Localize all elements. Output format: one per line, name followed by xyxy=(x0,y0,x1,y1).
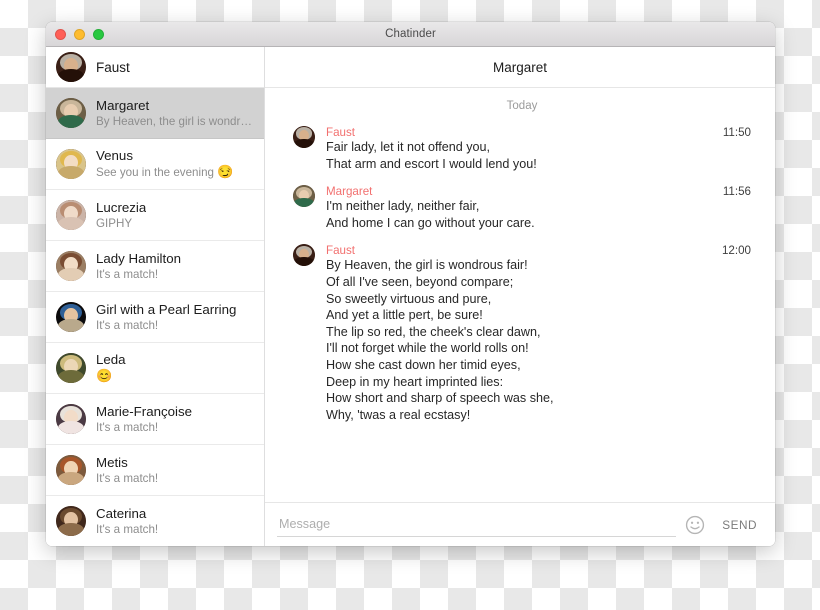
message: Faust 11:50 Fair lady, let it not offend y… xyxy=(293,126,751,172)
window-title: Chatinder xyxy=(385,28,436,40)
send-button[interactable]: SEND xyxy=(720,514,759,536)
message-line: Why, 'twas a real ecstasy! xyxy=(326,407,471,422)
message-container: Faust 11:50 Fair lady, let it not offend y… xyxy=(293,126,751,423)
avatar xyxy=(56,506,86,536)
chat-header: Margaret xyxy=(265,47,775,88)
avatar xyxy=(293,244,315,267)
conversation-name: Lucrezia xyxy=(96,199,147,215)
message-time: 12:00 xyxy=(721,244,751,258)
message-line: Deep in my heart imprinted lies: xyxy=(326,374,504,389)
conversation-preview: By Heaven, the girl is wondro… xyxy=(96,114,254,128)
message-line: How she cast down her timid eyes, xyxy=(326,357,521,372)
message-line: The lip so red, the cheek's clear dawn, xyxy=(326,324,541,339)
avatar xyxy=(56,455,86,485)
conversation-name: Lady Hamilton xyxy=(96,250,181,266)
avatar xyxy=(56,149,86,179)
chat-header-title: Margaret xyxy=(492,59,548,75)
avatar xyxy=(56,200,86,230)
conversation-preview: GIPHY xyxy=(96,216,133,230)
conversation-name: Metis xyxy=(96,454,128,470)
avatar xyxy=(56,404,86,434)
conversation-sidebar: Faust Margaret By Heaven, the girl is won… xyxy=(46,47,265,546)
message-line: By Heaven, the girl is wondrous fair! xyxy=(326,258,528,273)
avatar xyxy=(56,353,86,383)
day-separator: Today xyxy=(506,100,538,112)
conversation-preview: It's a match! xyxy=(96,471,159,485)
message-line: Of all I've seen, beyond compare; xyxy=(326,274,514,289)
conversation-list[interactable]: Margaret By Heaven, the girl is wondro… Ve… xyxy=(46,88,264,546)
window-body: Faust Margaret By Heaven, the girl is won… xyxy=(46,47,775,546)
message-line: Fair lady, let it not offend you, xyxy=(326,140,491,154)
message-line: How short and sharp of speech was she, xyxy=(326,391,554,406)
message-list: Today Faust 11:50 Fair lady, let it not of… xyxy=(265,88,775,502)
conversation-item[interactable]: Leda 😊 xyxy=(46,343,264,394)
smiley-face-icon[interactable] xyxy=(684,514,706,536)
current-user-name: Faust xyxy=(96,59,130,75)
traffic-lights xyxy=(46,28,104,40)
conversation-item[interactable]: Lucrezia GIPHY xyxy=(46,190,264,241)
conversation-item[interactable]: Lady Hamilton It's a match! xyxy=(46,241,264,292)
window-titlebar: Chatinder xyxy=(46,22,775,47)
avatar xyxy=(56,302,86,332)
conversation-preview: See you in the evening 😏 xyxy=(96,164,234,179)
conversation-item[interactable]: Margaret By Heaven, the girl is wondro… xyxy=(46,88,264,139)
chatinder-window: Chatinder Faust Margaret By Heaven, the g… xyxy=(46,22,775,546)
close-button[interactable] xyxy=(55,28,66,40)
message-composer: SEND xyxy=(265,502,775,546)
message: Faust 12:00 By Heaven, the girl is wondrou… xyxy=(293,244,751,423)
chat-pane: Margaret Today Faust 11:50 Fair lady, let … xyxy=(265,47,775,546)
transparency-backdrop: Chatinder Faust Margaret By Heaven, the g… xyxy=(0,0,820,610)
message-input[interactable] xyxy=(277,512,677,537)
avatar xyxy=(56,251,86,281)
conversation-name: Girl with a Pearl Earring xyxy=(96,301,237,317)
message-line: I'm neither lady, neither fair, xyxy=(326,199,480,214)
conversation-preview: It's a match! xyxy=(96,522,159,536)
current-user-row[interactable]: Faust xyxy=(46,47,264,88)
conversation-name: Venus xyxy=(96,148,133,163)
conversation-item[interactable]: Venus See you in the evening 😏 xyxy=(46,139,264,190)
avatar xyxy=(293,185,315,208)
minimize-button[interactable] xyxy=(74,28,85,40)
conversation-preview: It's a match! xyxy=(96,267,159,281)
message-line: That arm and escort I would lend you! xyxy=(326,156,537,171)
message-line: And yet a little pert, be sure! xyxy=(326,308,483,323)
conversation-item[interactable]: Caterina It's a match! xyxy=(46,496,264,546)
preview-emoji: 😊 xyxy=(96,368,113,383)
conversation-preview: 😊 xyxy=(96,368,126,384)
avatar xyxy=(56,98,86,128)
message-sender: Faust xyxy=(326,126,355,139)
message-sender: Faust xyxy=(326,244,355,258)
message-line: I'll not forget while the world rolls on… xyxy=(326,341,529,356)
message-time: 11:56 xyxy=(722,185,751,199)
message: Margaret 11:56 I'm neither lady, neither f… xyxy=(293,185,751,231)
zoom-button[interactable] xyxy=(93,28,104,40)
conversation-name: Caterina xyxy=(96,505,147,521)
conversation-name: Leda xyxy=(96,352,126,367)
conversation-preview: It's a match! xyxy=(96,420,159,434)
message-line: So sweetly virtuous and pure, xyxy=(326,291,492,306)
message-line: And home I can go without your care. xyxy=(326,215,535,230)
avatar xyxy=(293,126,315,148)
conversation-item[interactable]: Girl with a Pearl Earring It's a match! xyxy=(46,292,264,343)
conversation-name: Margaret xyxy=(96,97,150,113)
conversation-item[interactable]: Marie-Françoise It's a match! xyxy=(46,394,264,445)
conversation-name: Marie-Françoise xyxy=(96,403,193,419)
current-user-avatar xyxy=(56,52,86,82)
message-sender: Margaret xyxy=(326,185,373,199)
conversation-preview: It's a match! xyxy=(96,318,159,332)
preview-emoji: 😏 xyxy=(217,164,234,179)
conversation-item[interactable]: Metis It's a match! xyxy=(46,445,264,496)
message-time: 11:50 xyxy=(722,126,751,139)
